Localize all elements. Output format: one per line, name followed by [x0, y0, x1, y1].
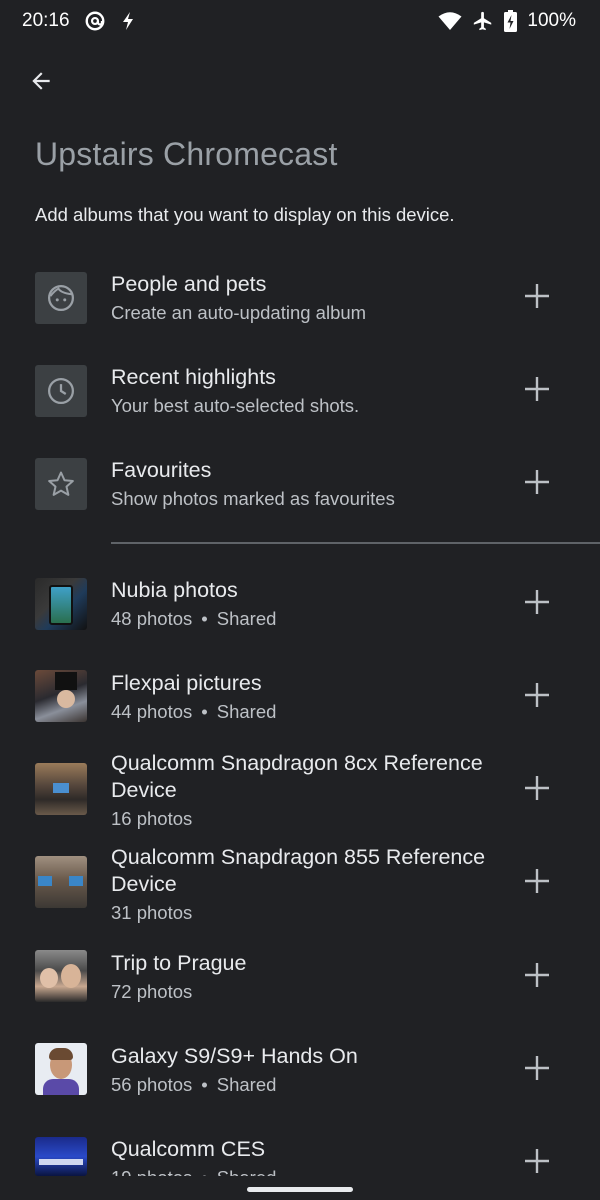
- separator-dot: •: [201, 701, 208, 722]
- plus-icon: [524, 682, 550, 713]
- album-qualcomm-ces[interactable]: Qualcomm CES 19 photos • Shared: [0, 1136, 600, 1176]
- album-trip-to-prague[interactable]: Trip to Prague 72 photos: [0, 950, 600, 1004]
- plus-icon: [524, 868, 550, 899]
- row-subtitle: Show photos marked as favourites: [111, 488, 395, 509]
- row-subtitle: 44 photos • Shared: [111, 699, 511, 724]
- add-button[interactable]: [520, 960, 554, 994]
- status-left: 20:16: [22, 10, 136, 32]
- plus-icon: [524, 962, 550, 993]
- back-button[interactable]: [20, 62, 62, 104]
- row-title: Favourites: [111, 458, 212, 482]
- row-subtitle: 48 photos • Shared: [111, 606, 511, 631]
- clock-icon: [35, 365, 87, 417]
- row-title: Trip to Prague: [111, 951, 247, 975]
- plus-icon: [524, 1055, 550, 1086]
- photo-count: 19 photos: [111, 1167, 192, 1176]
- battery-charging-icon: [504, 10, 518, 32]
- photo-count: 48 photos: [111, 608, 193, 629]
- section-divider: [111, 542, 600, 544]
- album-galaxy-s9-hands-on[interactable]: Galaxy S9/S9+ Hands On 56 photos • Shared: [0, 1043, 600, 1097]
- row-title: Galaxy S9/S9+ Hands On: [111, 1044, 358, 1068]
- shared-label: Shared: [216, 1074, 277, 1095]
- add-button[interactable]: [520, 374, 554, 408]
- plus-icon: [524, 1148, 550, 1177]
- album-thumbnail: [35, 670, 87, 722]
- row-subtitle: 31 photos: [111, 902, 193, 923]
- add-button[interactable]: [520, 467, 554, 501]
- gesture-nav-handle[interactable]: [247, 1187, 353, 1192]
- add-button[interactable]: [520, 866, 554, 900]
- photo-count: 56 photos: [111, 1074, 193, 1095]
- row-subtitle: 72 photos: [111, 981, 193, 1002]
- star-icon: [35, 458, 87, 510]
- back-arrow-icon: [28, 68, 54, 99]
- separator-dot: •: [201, 1165, 207, 1176]
- plus-icon: [524, 376, 550, 407]
- row-title: Nubia photos: [111, 578, 238, 602]
- page-title: Upstairs Chromecast: [35, 136, 338, 172]
- row-subtitle: 56 photos • Shared: [111, 1072, 511, 1097]
- plus-icon: [524, 283, 550, 314]
- row-subtitle: 19 photos • Shared: [111, 1165, 511, 1176]
- shared-label: Shared: [216, 701, 277, 722]
- at-sign-icon: [84, 10, 106, 32]
- add-button[interactable]: [520, 587, 554, 621]
- row-title: Qualcomm CES: [111, 1137, 266, 1161]
- plus-icon: [524, 775, 550, 806]
- separator-dot: •: [201, 1074, 208, 1095]
- add-button[interactable]: [520, 680, 554, 714]
- row-title: Qualcomm Snapdragon 855 Reference Device: [111, 845, 486, 896]
- photo-count: 44 photos: [111, 701, 193, 722]
- album-thumbnail: [35, 856, 87, 908]
- album-thumbnail: [35, 578, 87, 630]
- battery-percent: 100%: [527, 10, 576, 31]
- album-thumbnail: [35, 763, 87, 815]
- shared-label: Shared: [217, 1167, 277, 1176]
- album-nubia-photos[interactable]: Nubia photos 48 photos • Shared: [0, 577, 600, 631]
- status-bar: 20:16 100%: [0, 0, 600, 42]
- row-subtitle: 16 photos: [111, 808, 193, 829]
- album-thumbnail: [35, 1043, 87, 1095]
- suggested-recent-highlights[interactable]: Recent highlights Your best auto-selecte…: [0, 365, 600, 417]
- add-button[interactable]: [520, 1053, 554, 1087]
- album-snapdragon-855[interactable]: Qualcomm Snapdragon 855 Reference Device…: [0, 844, 600, 926]
- row-subtitle: Your best auto-selected shots.: [111, 395, 360, 416]
- separator-dot: •: [201, 608, 208, 629]
- row-title: Flexpai pictures: [111, 671, 262, 695]
- shared-label: Shared: [216, 608, 277, 629]
- status-right: 100%: [438, 10, 576, 32]
- row-title: Qualcomm Snapdragon 8cx Reference Device: [111, 751, 483, 802]
- airplane-icon: [472, 10, 494, 32]
- album-thumbnail: [35, 950, 87, 1002]
- add-button[interactable]: [520, 281, 554, 315]
- add-button[interactable]: [520, 1146, 554, 1176]
- wifi-icon: [438, 11, 462, 31]
- suggested-people-and-pets[interactable]: People and pets Create an auto-updating …: [0, 272, 600, 324]
- row-title: People and pets: [111, 272, 267, 296]
- album-snapdragon-8cx[interactable]: Qualcomm Snapdragon 8cx Reference Device…: [0, 750, 600, 832]
- add-button[interactable]: [520, 773, 554, 807]
- page-subtitle: Add albums that you want to display on t…: [35, 204, 455, 225]
- album-thumbnail: [35, 1137, 87, 1176]
- row-subtitle: Create an auto-updating album: [111, 302, 367, 323]
- suggested-favourites[interactable]: Favourites Show photos marked as favouri…: [0, 458, 600, 510]
- row-title: Recent highlights: [111, 365, 276, 389]
- plus-icon: [524, 589, 550, 620]
- face-icon: [35, 272, 87, 324]
- album-flexpai-pictures[interactable]: Flexpai pictures 44 photos • Shared: [0, 670, 600, 724]
- bolt-icon: [120, 11, 136, 31]
- status-time: 20:16: [22, 10, 70, 31]
- plus-icon: [524, 469, 550, 500]
